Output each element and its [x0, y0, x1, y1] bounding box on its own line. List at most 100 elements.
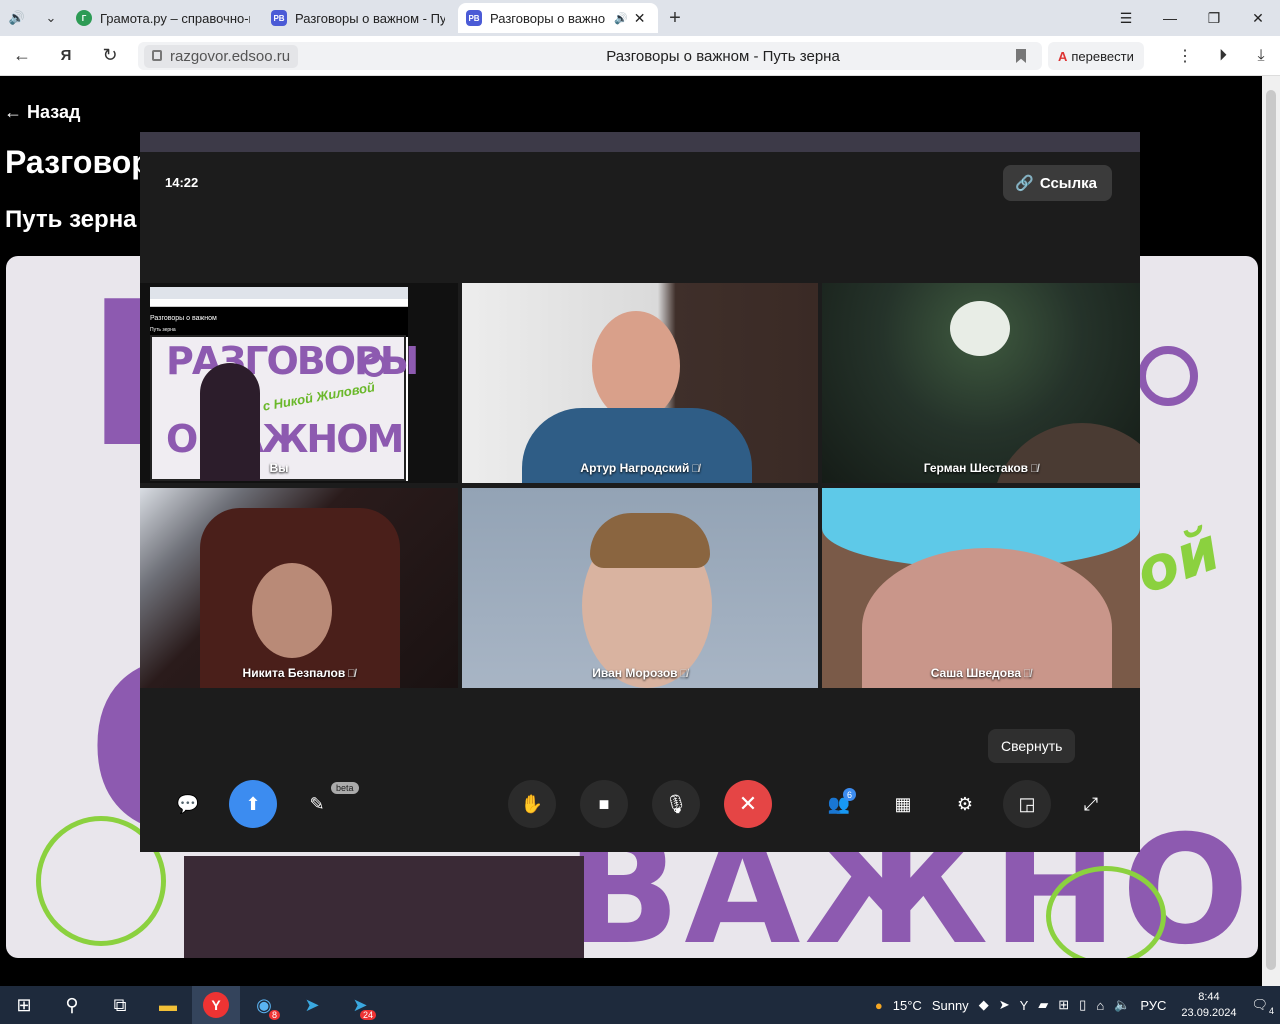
folder-icon: ▬: [159, 994, 177, 1015]
participants-button[interactable]: 👥: [815, 780, 863, 828]
lock-icon: [152, 49, 162, 61]
poster-figure-decor: [184, 856, 584, 958]
chat-icon: 💬: [176, 793, 200, 814]
back-arrow-icon[interactable]: ←: [0, 36, 44, 76]
participant-name: Герман Шестаков 🎙̸: [822, 461, 1140, 475]
weather-temp: 15°C: [892, 997, 922, 1013]
translate-label: перевести: [1071, 48, 1134, 64]
camera-button[interactable]: ■: [580, 780, 628, 828]
preview-subtitle: Путь зерна: [150, 327, 176, 333]
tab-close-icon[interactable]: ✕: [634, 10, 646, 27]
participant-name: Саша Шведова 🎙̸: [822, 666, 1140, 680]
expand-icon: ⤢: [1083, 793, 1099, 814]
minimize-icon[interactable]: —: [1148, 0, 1192, 36]
participant-hair: [590, 513, 710, 568]
url-pill[interactable]: razgovor.edsoo.ru: [144, 44, 299, 68]
participant-name-text: Иван Морозов: [592, 666, 678, 680]
video-tile-nikita[interactable]: Никита Безпалов 🎙̸: [140, 488, 458, 688]
more-options-icon[interactable]: ⋮: [1166, 36, 1204, 76]
video-tile-artur[interactable]: Артур Нагродский 🎙̸: [462, 283, 818, 483]
scrollbar-thumb[interactable]: [1266, 90, 1276, 970]
tab-razgovor-active[interactable]: РВ Разговоры о важно 🔊 ✕: [458, 3, 658, 33]
fullscreen-button[interactable]: ⤢: [1067, 780, 1115, 828]
tray-telegram-icon[interactable]: ➤: [999, 997, 1010, 1013]
yandex-browser-button[interactable]: Y: [192, 986, 240, 1024]
video-tile-german[interactable]: Герман Шестаков 🎙̸: [822, 283, 1140, 483]
language-indicator[interactable]: РУС: [1140, 998, 1166, 1013]
tabs-dropdown-icon[interactable]: ⌄: [34, 3, 68, 33]
chat-button[interactable]: 💬: [164, 780, 212, 828]
participants-count-badge: 6: [843, 788, 856, 801]
participant-name: Иван Морозов 🎙̸: [462, 666, 818, 680]
razgovor-favicon-icon: РВ: [271, 10, 287, 26]
video-call-window: 14:22 🔗 Ссылка Разговоры о важном Путь з…: [140, 132, 1140, 852]
microphone-icon: 🎙: [664, 793, 688, 814]
tray-nvidia-icon[interactable]: ▰: [1038, 997, 1048, 1013]
tab-audio-icon[interactable]: 🔊: [614, 12, 628, 25]
gramota-favicon-icon: Г: [76, 10, 92, 26]
yandex-app-button[interactable]: ◉ 8: [240, 986, 288, 1024]
media-play-icon[interactable]: ⏵: [1204, 36, 1242, 76]
tray-app-icon[interactable]: ◆: [979, 997, 989, 1013]
microphone-button[interactable]: 🎙: [652, 780, 700, 828]
tray-device-icon[interactable]: ▯: [1079, 997, 1086, 1013]
url-text: razgovor.edsoo.ru: [170, 47, 291, 65]
tab-gramota[interactable]: Г Грамота.ру – справочно-и: [68, 3, 263, 33]
participant-name: Никита Безпалов 🎙̸: [140, 666, 458, 680]
page-scrollbar[interactable]: [1262, 76, 1280, 986]
whiteboard-icon: ✎: [309, 793, 325, 814]
windows-taskbar: ⊞ ⚲ ⧉ ▬ Y ◉ 8 ➤ ➤ 24 ● 15°C Sunny ◆ ➤ Y ▰ …: [0, 986, 1280, 1024]
participant-name-text: Никита Безпалов: [242, 666, 346, 680]
url-field[interactable]: razgovor.edsoo.ru Разговоры о важном - П…: [138, 42, 1042, 70]
magnifier-decor-icon: [1138, 346, 1198, 406]
yandex-icon[interactable]: Я: [44, 36, 88, 76]
volume-icon[interactable]: 🔈: [1114, 997, 1130, 1013]
modal-header-strip: [140, 132, 1140, 152]
heart-decor-icon: [1046, 866, 1166, 958]
participant-name-text: Саша Шведова: [930, 666, 1022, 680]
translate-button[interactable]: A перевести: [1048, 42, 1144, 70]
bookmark-icon[interactable]: [1016, 49, 1026, 63]
video-tile-sasha[interactable]: Саша Шведова 🎙̸: [822, 488, 1140, 688]
tray-windows-icon[interactable]: ⊞: [1058, 997, 1069, 1013]
copy-link-label: Ссылка: [1039, 174, 1097, 192]
menu-icon[interactable]: ☰: [1104, 0, 1148, 36]
telegram-2-button[interactable]: ➤ 24: [336, 986, 384, 1024]
video-tile-you[interactable]: Разговоры о важном Путь зерна РАЗГОВОРЫ …: [140, 283, 458, 483]
notifications-count: 4: [1268, 1006, 1274, 1016]
minimize-window-icon: ◲: [1018, 793, 1036, 814]
close-window-icon[interactable]: ✕: [1236, 0, 1280, 36]
downloads-icon[interactable]: ⤓: [1242, 36, 1280, 76]
participant-name-text: Вы: [269, 461, 289, 475]
share-screen-button[interactable]: ⬆: [229, 780, 277, 828]
share-screen-icon: ⬆: [245, 793, 261, 814]
speaker-icon[interactable]: 🔊: [0, 3, 34, 33]
tray-yandex-icon[interactable]: Y: [1020, 998, 1029, 1013]
layout-grid-icon: ▦: [894, 793, 912, 814]
search-button[interactable]: ⚲: [48, 986, 96, 1024]
taskbar-clock[interactable]: 8:44 23.09.2024: [1181, 989, 1236, 1021]
preview-poster-sign: с Никой Жиловой: [261, 379, 376, 414]
restore-icon[interactable]: ❐: [1192, 0, 1236, 36]
participant-name-text: Герман Шестаков: [923, 461, 1029, 475]
video-tile-ivan[interactable]: Иван Морозов 🎙̸: [462, 488, 818, 688]
notifications-icon[interactable]: 🗨 4: [1251, 997, 1274, 1016]
start-button[interactable]: ⊞: [0, 986, 48, 1024]
mic-muted-icon: 🎙̸: [347, 668, 356, 680]
copy-link-button[interactable]: 🔗 Ссылка: [1003, 165, 1112, 201]
raise-hand-button[interactable]: ✋: [508, 780, 556, 828]
network-icon[interactable]: ⌂: [1096, 998, 1104, 1013]
telegram-button[interactable]: ➤: [288, 986, 336, 1024]
back-link[interactable]: ← Назад: [4, 102, 80, 123]
reload-icon[interactable]: ↻: [88, 36, 132, 76]
end-call-button[interactable]: ✕: [724, 780, 772, 828]
system-tray: ● 15°C Sunny ◆ ➤ Y ▰ ⊞ ▯ ⌂ 🔈 РУС 8:44 23…: [870, 986, 1280, 1024]
minimize-button[interactable]: ◲: [1003, 780, 1051, 828]
tab-razgovor-1[interactable]: РВ Разговоры о важном - Пу: [263, 3, 458, 33]
call-time: 14:22: [165, 175, 199, 190]
new-tab-icon[interactable]: +: [658, 3, 692, 33]
layout-button[interactable]: ▦: [879, 780, 927, 828]
task-view-button[interactable]: ⧉: [96, 986, 144, 1024]
settings-button[interactable]: ⚙: [941, 780, 989, 828]
explorer-button[interactable]: ▬: [144, 986, 192, 1024]
